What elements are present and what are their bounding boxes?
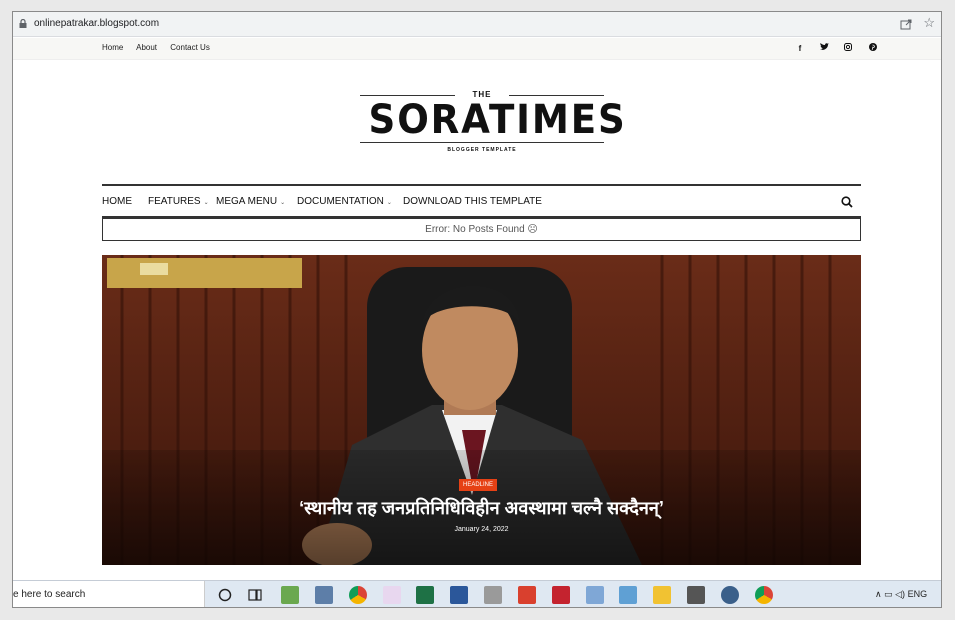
file-explorer-icon[interactable] [653,586,671,604]
lock-icon [19,19,27,28]
calculator-icon[interactable] [315,586,333,604]
app-icon[interactable] [619,586,637,604]
social-links: f [789,43,884,53]
share-icon[interactable] [899,17,913,31]
network-app-icon[interactable] [281,586,299,604]
featured-post-date: January 24, 2022 [454,526,509,533]
twitter-icon[interactable] [813,43,835,53]
system-tray: ∧ ▭ ◁) ENG [875,589,927,600]
topnav-about-link[interactable]: About [136,43,157,52]
volume-icon[interactable]: ◁) [895,589,905,599]
printer-icon[interactable] [687,586,705,604]
nav-features[interactable]: FEATURES ⌄ [148,196,209,207]
site-topbar: Home About Contact Us f [13,38,941,60]
address-bar[interactable]: onlinepatrakar.blogspot.com ☆ [13,12,941,37]
topnav-contact-link[interactable]: Contact Us [170,43,210,52]
active-indicator [750,607,778,608]
headline-badge[interactable]: HEADLINE [459,479,498,491]
main-navigation: HOME FEATURES ⌄ MEGA MENU ⌄ DOCUMENTATION ⌄… [102,184,861,218]
facebook-icon[interactable]: f [789,44,811,53]
excel-icon[interactable] [416,586,434,604]
browser-window: onlinepatrakar.blogspot.com ☆ Home About… [12,11,942,608]
chevron-up-icon[interactable]: ∧ [875,589,882,599]
active-indicator [648,607,676,608]
search-icon[interactable] [841,196,853,208]
active-indicator [445,607,473,608]
globe-icon[interactable] [721,586,739,604]
nav-documentation[interactable]: DOCUMENTATION ⌄ [297,196,392,207]
nav-mega-menu-label: MEGA MENU [216,196,278,207]
task-view-icon[interactable] [246,586,264,604]
active-indicator [716,607,744,608]
nav-download-template[interactable]: DOWNLOAD THIS TEMPLATE [403,196,542,207]
chevron-down-icon: ⌄ [203,200,209,206]
chrome-icon[interactable] [349,586,367,604]
language-indicator[interactable]: ENG [908,589,928,599]
logo-left-line [360,95,455,96]
network-icon[interactable]: ▭ [884,589,893,599]
app-icon[interactable] [484,586,502,604]
logo-right-line [509,95,604,96]
word-icon[interactable] [450,586,468,604]
acrobat-icon[interactable] [552,586,570,604]
windows-taskbar: e here to search ∧ ▭ ◁) ENG [13,580,941,608]
app-icon[interactable] [586,586,604,604]
logo-title: SORATIMES [368,97,627,143]
nav-home-label: HOME [102,196,132,207]
taskbar-search-text: e here to search [13,589,86,600]
chart-app-icon[interactable] [518,586,536,604]
instagram-icon[interactable] [837,43,859,53]
active-indicator [344,607,372,608]
pinterest-icon[interactable] [862,43,884,53]
cortana-icon[interactable] [216,586,234,604]
bookmark-star-icon[interactable]: ☆ [923,16,935,30]
nav-documentation-label: DOCUMENTATION [297,196,384,207]
logo-subtitle: BLOGGER TEMPLATE [447,147,517,153]
chrome-icon[interactable] [755,586,773,604]
logo-rule [360,142,604,143]
paint-icon[interactable] [383,586,401,604]
site-logo[interactable]: THE SORATIMES BLOGGER TEMPLATE [360,90,627,156]
url-text[interactable]: onlinepatrakar.blogspot.com [34,18,159,29]
ticker-error-box: Error: No Posts Found ☹ [102,218,861,241]
top-navigation: Home About Contact Us [102,43,221,52]
error-message: Error: No Posts Found ☹ [425,224,538,235]
topnav-home-link[interactable]: Home [102,43,123,52]
taskbar-search-box[interactable]: e here to search [13,581,205,607]
featured-post[interactable]: HEADLINE ‘स्थानीय तह जनप्रतिनिधिविहीन अव… [102,255,861,565]
chevron-down-icon: ⌄ [280,200,286,206]
nav-features-label: FEATURES [148,196,201,207]
chevron-down-icon: ⌄ [386,200,392,206]
featured-post-title[interactable]: ‘स्थानीय तह जनप्रतिनिधिविहीन अवस्थामा चल… [102,496,861,520]
nav-mega-menu[interactable]: MEGA MENU ⌄ [216,196,285,207]
nav-download-label: DOWNLOAD THIS TEMPLATE [403,196,542,207]
nav-home[interactable]: HOME [102,196,132,207]
